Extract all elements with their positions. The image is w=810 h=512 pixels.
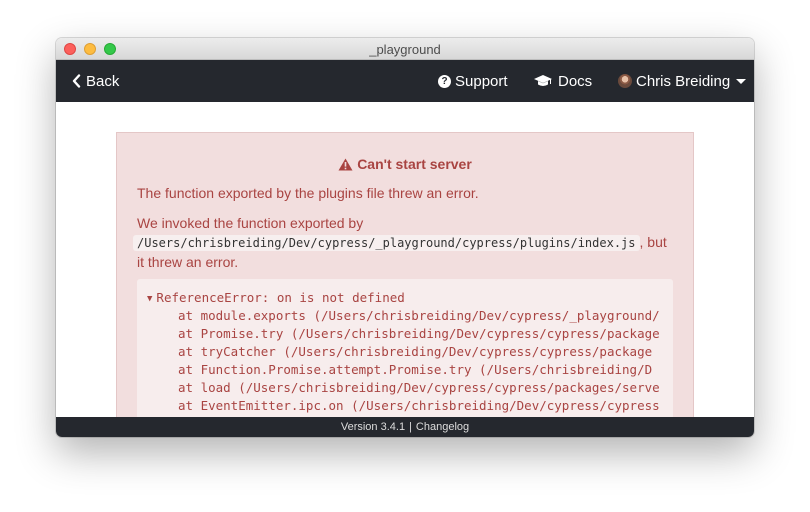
footer: Version 3.4.1 | Changelog — [56, 417, 754, 437]
triangle-down-icon: ▼ — [147, 294, 153, 304]
stack-line: at Function.Promise.attempt.Promise.try … — [178, 362, 653, 377]
plugins-file-path: /Users/chrisbreiding/Dev/cypress/_playgr… — [133, 235, 640, 251]
stack-line: at Promise.try (/Users/chrisbreiding/Dev… — [178, 326, 660, 341]
alert-detail: We invoked the function exported by /Use… — [133, 214, 677, 272]
back-label: Back — [86, 72, 120, 90]
alert-title: Can't start server — [117, 156, 693, 172]
stack-line: at EventEmitter.ipc.on (/Users/chrisbrei… — [178, 398, 660, 413]
question-circle-icon: ? — [438, 74, 451, 88]
stack-line: at load (/Users/chrisbreiding/Dev/cypres… — [178, 380, 660, 395]
error-alert: Can't start server The function exported… — [116, 132, 694, 417]
stack-toggle[interactable]: ▼ ReferenceError: on is not defined — [147, 290, 405, 305]
alert-detail-text: We invoked the function exported by — [137, 215, 364, 231]
user-name: Chris Breiding — [636, 72, 731, 90]
version-text: Version 3.4.1 — [340, 421, 406, 433]
top-navbar: Back ? Support Docs Chris Breiding — [56, 60, 754, 102]
warning-triangle-icon — [338, 158, 353, 170]
support-link[interactable]: ? Support — [438, 60, 508, 102]
footer-separator: | — [409, 421, 412, 433]
stack-line: at module.exports (/Users/chrisbreiding/… — [178, 308, 660, 323]
avatar — [618, 74, 632, 88]
window-title: _playground — [369, 42, 441, 57]
user-menu[interactable]: Chris Breiding — [618, 60, 747, 102]
error-message: ReferenceError: on is not defined — [156, 290, 405, 305]
chevron-left-icon — [72, 74, 81, 88]
back-button[interactable]: Back — [72, 60, 119, 102]
alert-title-text: Can't start server — [357, 156, 472, 172]
app-window: _playground Back ? Support Docs Chris Br… — [56, 38, 754, 437]
alert-message: The function exported by the plugins fil… — [137, 185, 479, 201]
stack-trace: ▼ ReferenceError: on is not defined at mo… — [137, 279, 673, 417]
changelog-link[interactable]: Changelog — [416, 421, 469, 433]
support-label: Support — [455, 72, 508, 90]
docs-link[interactable]: Docs — [534, 60, 592, 102]
title-bar: _playground — [56, 38, 754, 60]
main-content: Can't start server The function exported… — [56, 102, 754, 417]
caret-down-icon — [736, 78, 747, 84]
stack-line: at tryCatcher (/Users/chrisbreiding/Dev/… — [178, 344, 653, 359]
docs-label: Docs — [558, 72, 593, 90]
graduation-cap-icon — [534, 75, 552, 86]
